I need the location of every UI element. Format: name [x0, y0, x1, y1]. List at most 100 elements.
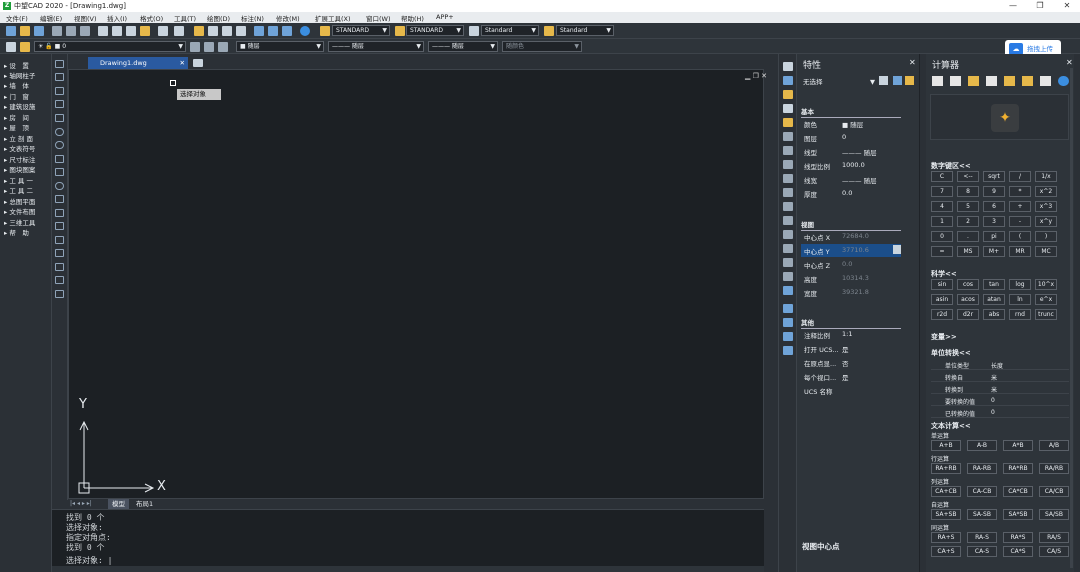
- offset-icon[interactable]: [783, 104, 793, 113]
- unit-row[interactable]: 要转换的值 0: [931, 395, 1069, 406]
- text-calc-key[interactable]: SA-SB: [967, 509, 997, 520]
- maximize-button[interactable]: ❐: [1027, 0, 1053, 12]
- calc-key[interactable]: 8: [957, 186, 979, 197]
- chamfer-icon[interactable]: [783, 244, 793, 253]
- prop-row[interactable]: 高度 10314.3: [801, 272, 901, 285]
- left-menu-item[interactable]: ▸ 建筑设施: [4, 101, 35, 111]
- text-calc-key[interactable]: RA/RB: [1039, 463, 1069, 474]
- left-menu-item[interactable]: ▸ 立 剖 面: [4, 133, 33, 143]
- ellipse-icon[interactable]: [55, 182, 64, 190]
- calc-key[interactable]: MS: [957, 246, 979, 257]
- calc-key[interactable]: 1/x: [1035, 171, 1057, 182]
- calc-key[interactable]: rnd: [1009, 309, 1031, 320]
- ellipse-arc-icon[interactable]: [55, 195, 64, 203]
- calc-key[interactable]: /: [1009, 171, 1031, 182]
- text-calc-key[interactable]: CA-S: [967, 546, 997, 557]
- calc-key[interactable]: tan: [983, 279, 1005, 290]
- fillet-icon[interactable]: [783, 258, 793, 267]
- unit-conversion-heading[interactable]: 单位转换<<: [931, 348, 971, 358]
- text-calc-key[interactable]: CA/CB: [1039, 486, 1069, 497]
- undo-icon[interactable]: [158, 26, 168, 36]
- publish-icon[interactable]: [80, 26, 90, 36]
- toggle-pickadd-icon[interactable]: [879, 76, 888, 85]
- tab-drawing1[interactable]: Drawing1.dwg ✕: [88, 57, 188, 69]
- clear-icon[interactable]: [932, 76, 943, 86]
- selection-select[interactable]: 无选择 ▼: [803, 77, 875, 88]
- calc-key[interactable]: abs: [983, 309, 1005, 320]
- text-calc-key[interactable]: RA+RB: [931, 463, 961, 474]
- left-menu-item[interactable]: ▸ 总图平面: [4, 196, 35, 206]
- left-menu-item[interactable]: ▸ 帮 助: [4, 227, 29, 237]
- cut-icon[interactable]: [98, 26, 108, 36]
- calc-key[interactable]: log: [1009, 279, 1031, 290]
- quick-select-icon[interactable]: [905, 76, 914, 85]
- close-button[interactable]: ✕: [1054, 0, 1080, 12]
- left-menu-item[interactable]: ▸ 文表符号: [4, 143, 35, 153]
- menu-window[interactable]: 窗口(W): [366, 13, 391, 23]
- menu-dimension[interactable]: 标注(N): [241, 13, 264, 23]
- calc-key[interactable]: sqrt: [983, 171, 1005, 182]
- menu-file[interactable]: 文件(F): [6, 13, 28, 23]
- left-menu-item[interactable]: ▸ 工 具 一: [4, 175, 33, 185]
- preview-icon[interactable]: [66, 26, 76, 36]
- calc-key[interactable]: 5: [957, 201, 979, 212]
- layer-previous-icon[interactable]: [190, 42, 200, 52]
- distance-icon[interactable]: [986, 76, 997, 86]
- calc-key[interactable]: =: [931, 246, 953, 257]
- menu-tools[interactable]: 工具(T): [174, 13, 196, 23]
- calc-key[interactable]: sin: [931, 279, 953, 290]
- tool-palette-icon[interactable]: [282, 26, 292, 36]
- spline-icon[interactable]: [55, 168, 64, 176]
- construction-line-icon[interactable]: [55, 73, 64, 81]
- calc-key[interactable]: 0: [931, 231, 953, 242]
- text-style-select[interactable]: STANDARD ▼: [332, 25, 390, 36]
- linetype-select[interactable]: ——— 随层 ▼: [328, 41, 424, 52]
- zoom-realtime-icon[interactable]: [208, 26, 218, 36]
- extend-icon[interactable]: [783, 202, 793, 211]
- calc-key[interactable]: d2r: [957, 309, 979, 320]
- text-calc-key[interactable]: RA-RB: [967, 463, 997, 474]
- table-icon[interactable]: [55, 276, 64, 284]
- circle-icon[interactable]: [55, 141, 64, 149]
- draw-order-icon[interactable]: [783, 286, 793, 295]
- explode-icon[interactable]: [783, 272, 793, 281]
- line-tool-icon[interactable]: [55, 60, 64, 68]
- prop-row[interactable]: 线型 ——— 随层: [801, 145, 901, 158]
- zoom-previous-icon[interactable]: [236, 26, 246, 36]
- prop-row[interactable]: 线型比例 1000.0: [801, 159, 901, 172]
- prop-row[interactable]: 中心点 X 72684.0: [801, 230, 901, 243]
- calc-key[interactable]: r2d: [931, 309, 953, 320]
- make-current-icon[interactable]: [204, 42, 214, 52]
- prop-row[interactable]: 颜色 ■ 随层: [801, 117, 901, 130]
- calc-key[interactable]: .: [957, 231, 979, 242]
- text-calc-key[interactable]: CA/S: [1039, 546, 1069, 557]
- prop-row[interactable]: 厚度 0.0: [801, 187, 901, 200]
- calc-key[interactable]: 6: [983, 201, 1005, 212]
- tab-model[interactable]: 模型: [108, 499, 129, 509]
- text-calc-key[interactable]: CA-CB: [967, 486, 997, 497]
- drawing-canvas[interactable]: ▁ ❐ ✕ Y X: [68, 69, 767, 499]
- dim-style-select[interactable]: STANDARD ▼: [406, 25, 464, 36]
- calc-display[interactable]: ✦: [930, 94, 1069, 140]
- text-calc-key[interactable]: A-B: [967, 440, 997, 451]
- table-style-select[interactable]: Standard ▼: [481, 25, 539, 36]
- multileader-style-select[interactable]: Standard ▼: [556, 25, 614, 36]
- scientific-heading[interactable]: 科学<<: [931, 269, 957, 279]
- tab-layout1[interactable]: 布局1: [132, 499, 157, 509]
- copy-object-icon[interactable]: [783, 76, 793, 85]
- calc-close-icon[interactable]: ✕: [1066, 58, 1073, 67]
- region-icon[interactable]: [55, 263, 64, 271]
- calc-key[interactable]: 2: [957, 216, 979, 227]
- trim-icon[interactable]: [783, 188, 793, 197]
- text-calc-key[interactable]: SA*SB: [1003, 509, 1033, 520]
- menu-insert[interactable]: 插入(I): [107, 13, 127, 23]
- text-calc-key[interactable]: A/B: [1039, 440, 1069, 451]
- intersection-icon[interactable]: [1022, 76, 1033, 86]
- new-tab-icon[interactable]: [193, 59, 203, 67]
- menu-help[interactable]: 帮助(H): [401, 13, 424, 23]
- calc-key[interactable]: 10^x: [1035, 279, 1057, 290]
- calc-key[interactable]: 4: [931, 201, 953, 212]
- save-icon[interactable]: [34, 26, 44, 36]
- variables-heading[interactable]: 变量>>: [931, 332, 957, 342]
- help-icon[interactable]: [300, 26, 310, 36]
